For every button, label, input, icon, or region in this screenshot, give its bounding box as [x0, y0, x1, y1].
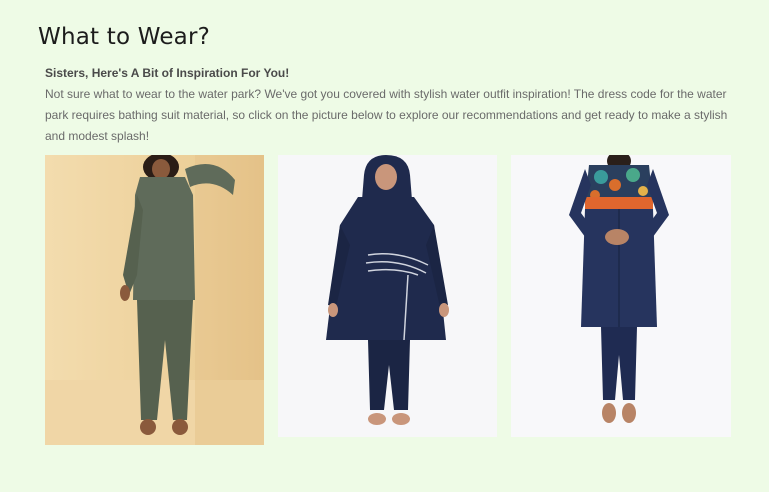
section-description: Not sure what to wear to the water park?…	[45, 87, 728, 143]
olive-green-modest-swimwear-photo	[45, 155, 264, 445]
navy-burkini-with-hijab-photo	[278, 155, 497, 437]
navy-floral-modest-swimsuit-photo	[511, 155, 731, 437]
outfit-card-navy-floral[interactable]	[511, 155, 731, 437]
section-subheading: Sisters, Here's A Bit of Inspiration For…	[45, 66, 290, 80]
outfit-card-navy-burkini[interactable]	[278, 155, 497, 437]
section-title: What to Wear?	[38, 24, 211, 50]
outfit-card-olive-green[interactable]	[45, 155, 264, 445]
